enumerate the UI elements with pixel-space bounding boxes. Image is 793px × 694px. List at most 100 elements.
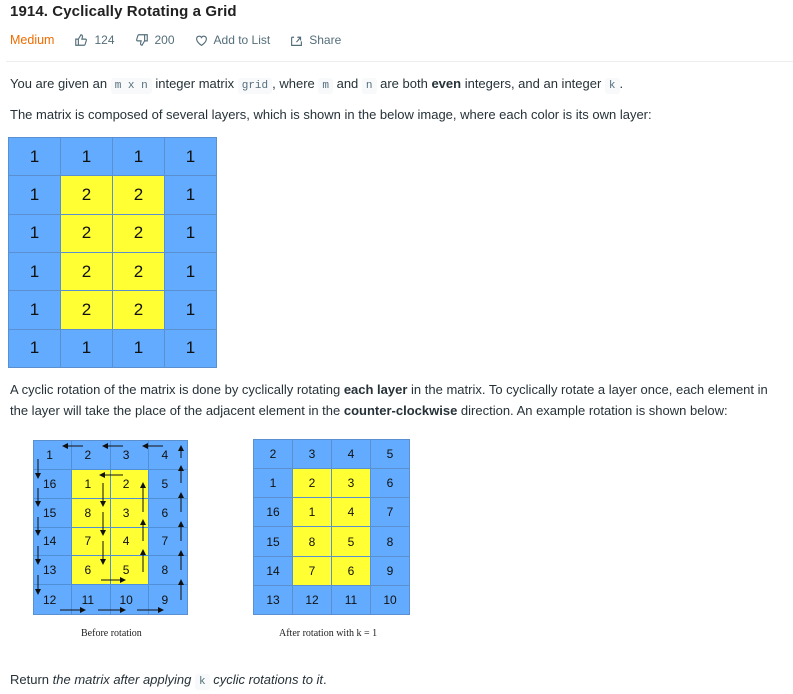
grid-cell: 8 — [148, 556, 187, 586]
grid-cell: 12 — [293, 585, 331, 614]
grid-cell: 1 — [165, 252, 216, 291]
grid-cell: 5 — [110, 556, 149, 586]
dislike-button[interactable]: 200 — [135, 33, 175, 47]
grid-cell: 8 — [72, 498, 111, 528]
before-rotation-figure: 1 2 3 4 16 1 2 5 15 8 3 6 14 7 4 7 13 6 5 8 12 11 10 9 — [33, 440, 188, 615]
dislike-count: 200 — [154, 33, 175, 47]
grid-cell: 2 — [61, 214, 112, 252]
grid-cell: 15 — [34, 498, 73, 528]
grid-cell: 2 — [254, 440, 292, 469]
text: . — [323, 672, 327, 687]
description-paragraph-3: A cyclic rotation of the matrix is done … — [10, 379, 768, 421]
code-n: n — [361, 78, 377, 94]
grid-cell: 1 — [254, 469, 292, 498]
grid-cell: 1 — [165, 214, 216, 252]
grid-cell: 16 — [254, 498, 292, 527]
grid-cell: 4 — [148, 441, 187, 470]
code-m: m — [318, 78, 333, 94]
grid-cell: 6 — [72, 556, 111, 586]
description-paragraph-2: The matrix is composed of several layers… — [10, 107, 652, 122]
grid-cell: 1 — [113, 138, 164, 176]
code-k: k — [604, 78, 620, 94]
description-paragraph-4: Return the matrix after applying k cycli… — [10, 669, 327, 693]
grid-cell: 2 — [61, 252, 112, 291]
grid-cell: 7 — [148, 527, 187, 557]
header-divider — [6, 61, 793, 62]
code-k: k — [195, 674, 210, 690]
bold-text: counter-clockwise — [343, 403, 458, 418]
text: integers, and an integer — [461, 76, 605, 91]
grid-cell: 2 — [61, 291, 112, 329]
layers-figure: 111112211221122112211111 — [8, 137, 217, 368]
grid-cell: 7 — [72, 527, 111, 557]
bold-text: each layer — [343, 382, 408, 397]
grid-cell: 3 — [110, 498, 149, 528]
thumbs-down-icon — [135, 34, 148, 46]
grid-cell: 2 — [72, 441, 111, 470]
text: A cyclic rotation of the matrix is done … — [10, 382, 344, 397]
grid-cell: 2 — [113, 252, 164, 291]
share-icon — [291, 36, 303, 46]
text: are both — [376, 76, 432, 91]
grid-cell: 1 — [9, 329, 60, 367]
grid-cell: 11 — [72, 585, 111, 614]
grid-cell: 5 — [332, 527, 370, 556]
text: , where — [272, 76, 319, 91]
grid-cell: 2 — [293, 469, 331, 498]
grid-cell: 6 — [371, 469, 409, 498]
grid-cell: 3 — [293, 440, 331, 469]
share-button[interactable]: Share — [290, 33, 341, 47]
grid-cell: 1 — [9, 176, 60, 214]
grid-cell: 3 — [332, 469, 370, 498]
grid-cell: 6 — [332, 556, 370, 585]
grid-cell: 6 — [148, 498, 187, 528]
grid-cell: 1 — [72, 469, 111, 499]
grid-cell: 1 — [34, 441, 73, 470]
like-button[interactable]: 124 — [74, 33, 115, 47]
grid-cell: 10 — [371, 585, 409, 614]
like-count: 124 — [94, 33, 115, 47]
add-to-list-button[interactable]: Add to List — [195, 33, 270, 47]
text: the layer will take the place of the adj… — [10, 403, 344, 418]
grid-cell: 13 — [34, 556, 73, 586]
share-label: Share — [309, 33, 342, 47]
grid-cell: 14 — [34, 527, 73, 557]
grid-cell: 2 — [110, 469, 149, 499]
code-m-x-n: m x n — [110, 78, 152, 94]
grid-cell: 1 — [165, 291, 216, 329]
text: in the matrix. To cyclically rotate a la… — [407, 382, 768, 397]
grid-cell: 5 — [148, 469, 187, 499]
text: direction. An example rotation is shown … — [457, 403, 728, 418]
grid-cell: 8 — [371, 527, 409, 556]
problem-title: 1914. Cyclically Rotating a Grid — [10, 3, 237, 20]
description-paragraph-1: You are given an m x n integer matrix gr… — [10, 73, 623, 97]
grid-cell: 8 — [293, 527, 331, 556]
grid-cell: 1 — [165, 138, 216, 176]
grid-cell: 2 — [113, 176, 164, 214]
grid-cell: 11 — [332, 585, 370, 614]
grid-cell: 9 — [371, 556, 409, 585]
grid-cell: 2 — [113, 291, 164, 329]
grid-cell: 10 — [110, 585, 149, 614]
problem-meta-bar: Medium 124 200 Add to List Share — [10, 33, 361, 47]
grid-cell: 4 — [332, 498, 370, 527]
grid-cell: 2 — [113, 214, 164, 252]
grid-cell: 1 — [165, 176, 216, 214]
grid-cell: 5 — [371, 440, 409, 469]
grid-cell: 7 — [293, 556, 331, 585]
text: Return — [10, 672, 53, 687]
italic-text: the matrix after applying — [52, 672, 195, 687]
grid-cell: 1 — [9, 252, 60, 291]
heart-icon — [195, 35, 207, 46]
italic-text: cyclic rotations to it — [209, 672, 324, 687]
grid-cell: 14 — [254, 556, 292, 585]
grid-cell: 1 — [9, 138, 60, 176]
grid-cell: 1 — [61, 329, 112, 367]
grid-cell: 4 — [332, 440, 370, 469]
bold-text: even — [431, 76, 462, 91]
text: and — [332, 76, 362, 91]
grid-cell: 9 — [148, 585, 187, 614]
text: You are given an — [10, 76, 111, 91]
grid-cell: 15 — [254, 527, 292, 556]
grid-cell: 1 — [293, 498, 331, 527]
